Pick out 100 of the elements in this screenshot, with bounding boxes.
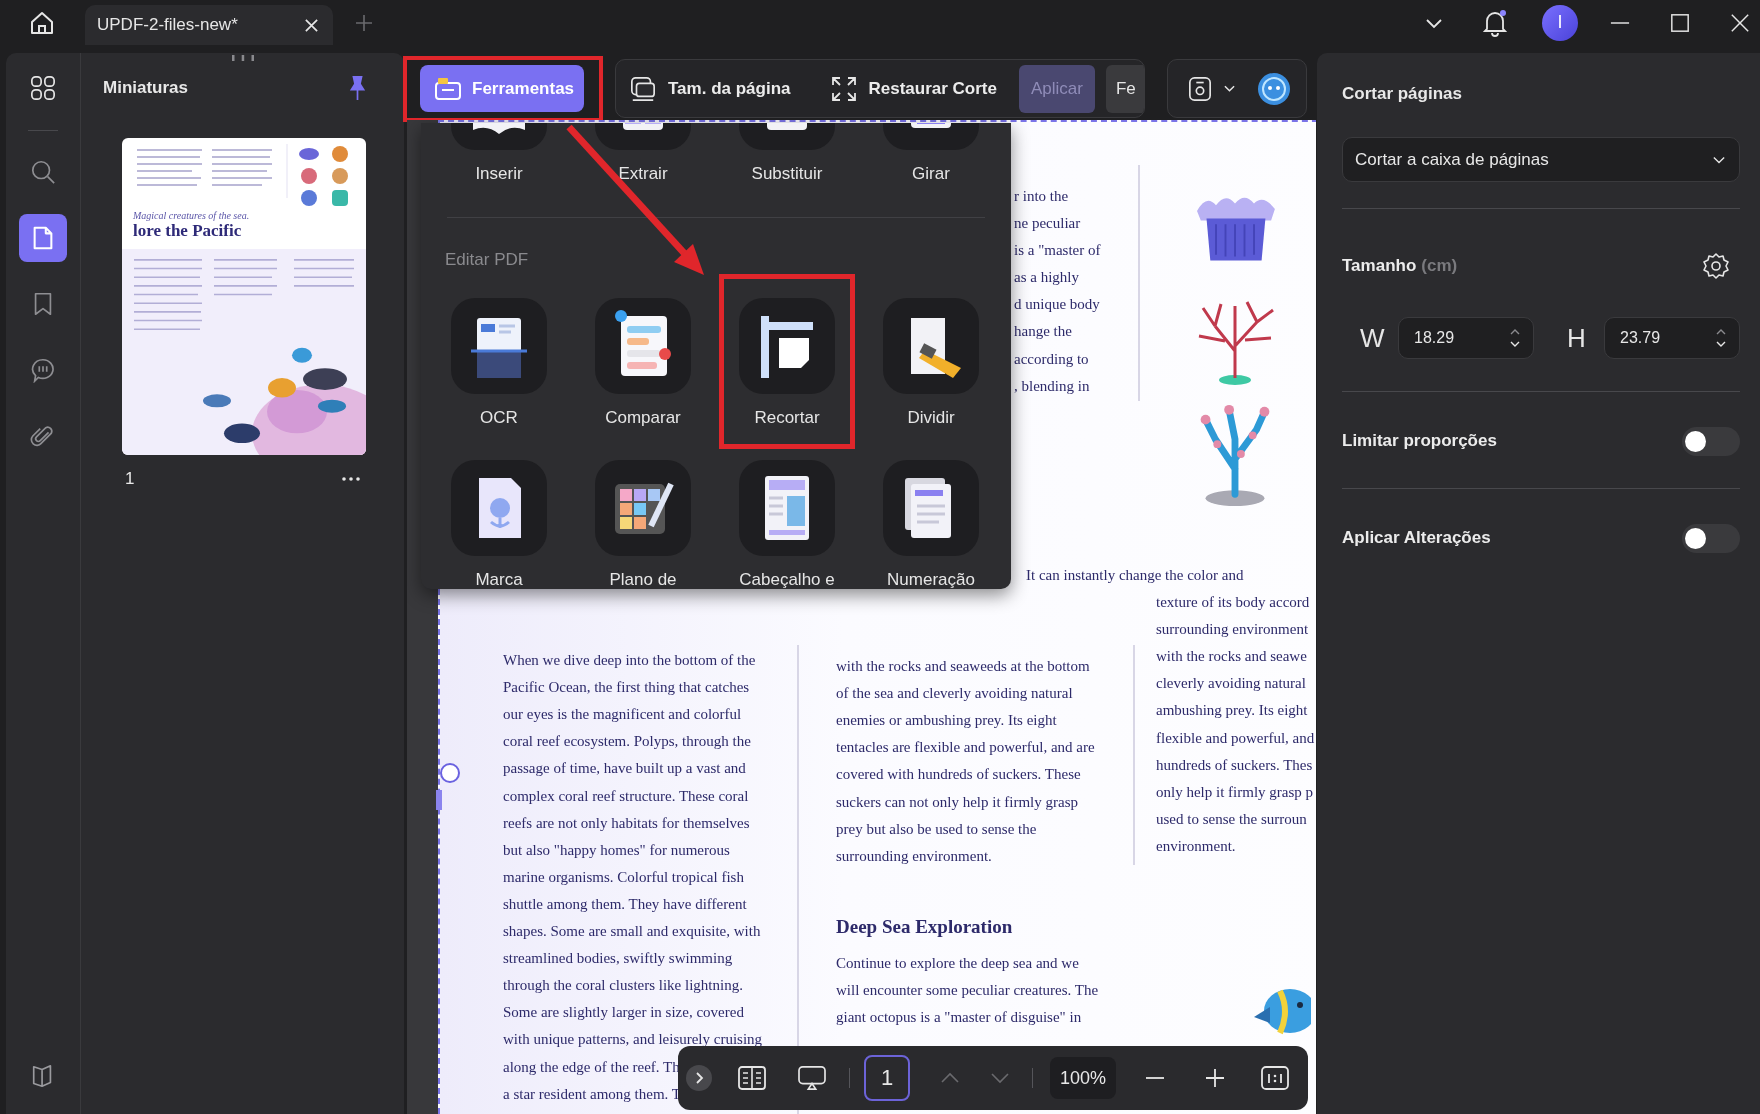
header-page-icon xyxy=(739,460,835,556)
page-number-field[interactable]: 1 xyxy=(864,1055,910,1101)
text-line: streamlined bodies, swiftly swimming xyxy=(503,949,733,969)
option-label: Limitar proporções xyxy=(1342,431,1497,451)
tool-button[interactable]: Substituir xyxy=(719,123,855,205)
text-line: Pacific Ocean, the first thing that catches xyxy=(503,678,750,698)
drag-handle-icon[interactable] xyxy=(230,55,255,61)
text-line: flexible and powerful, and xyxy=(1156,728,1315,748)
option-label: Aplicar Alterações xyxy=(1342,528,1491,548)
text-line: as a highly xyxy=(1014,268,1079,288)
text-line: used to sense the surroun xyxy=(1156,809,1307,829)
ruler-page-icon xyxy=(739,298,835,394)
text-line: reefs are not only habitats for themselves xyxy=(503,813,750,833)
text-line: ambushing prey. Its eight xyxy=(1156,701,1308,721)
text-line: suckers can not only help it firmly grasp xyxy=(836,792,1079,812)
toolbar-button[interactable]: Fe xyxy=(1105,64,1144,113)
zoom-level-field[interactable]: 100% xyxy=(1050,1057,1116,1099)
text-line: surrounding environment xyxy=(1156,620,1309,640)
page-thumbnail[interactable]: Magical creatures of the sea. lore the Pacific xyxy=(122,138,366,455)
tool-button[interactable]: Recortar xyxy=(719,274,855,449)
assistant-icon[interactable] xyxy=(1257,71,1291,106)
page-size-button[interactable]: Tam. da página xyxy=(630,75,791,102)
close-icon[interactable] xyxy=(1730,12,1750,33)
panel-title: Miniaturas xyxy=(103,78,189,98)
unit-label: (cm) xyxy=(1421,256,1458,276)
text-line: of the sea and cleverly avoiding natural xyxy=(836,684,1073,704)
palette-icon xyxy=(595,460,691,556)
text-line: shuttle among them. They have different xyxy=(503,894,747,914)
text-line: shapes. Some are small and exquisite, with xyxy=(503,922,761,942)
toggle-switch[interactable] xyxy=(1682,426,1740,456)
tool-button[interactable]: Inserir xyxy=(431,123,567,205)
text-line: It can instantly change the color and xyxy=(1026,566,1244,585)
stepper-icon[interactable] xyxy=(1715,327,1727,349)
maximize-icon[interactable] xyxy=(1670,12,1690,33)
text-line: texture of its body accord xyxy=(1156,593,1310,613)
text-line: hange the xyxy=(1014,322,1072,342)
text-line: prey but also be used to sense the xyxy=(836,819,1037,839)
stepper-icon[interactable] xyxy=(1509,327,1521,349)
text-line: passage of time, have built up a vast and xyxy=(503,759,746,779)
settings-icon[interactable] xyxy=(1702,252,1730,280)
page-number: 1 xyxy=(125,469,135,489)
chevron-right-icon[interactable] xyxy=(685,1064,713,1092)
expand-icon xyxy=(830,75,857,102)
text-line: with the rocks and seaweeds at the bottom xyxy=(836,657,1090,677)
plus-icon[interactable] xyxy=(355,13,373,32)
text-line: When we dive deep into the bottom of the xyxy=(503,651,756,671)
text-line: but also "happy homes" for numerous xyxy=(503,840,730,860)
text-line: coral reef ecosystem. Polyps, through the xyxy=(503,732,751,752)
compare-icon xyxy=(595,298,691,394)
zoom-in-icon[interactable] xyxy=(1204,1067,1226,1089)
two-page-icon[interactable] xyxy=(737,1065,767,1091)
height-label: H xyxy=(1567,322,1587,354)
text-line: Some are slightly larger in size, covered xyxy=(503,1003,744,1023)
text-line: will encounter some peculiar creatures. The xyxy=(836,980,1099,1000)
text-line: environment. xyxy=(1156,836,1236,856)
avatar[interactable]: I xyxy=(1542,4,1578,41)
flower-page-icon xyxy=(451,460,547,556)
caret-icon[interactable] xyxy=(1224,84,1235,93)
tool-button[interactable]: Girar xyxy=(863,123,999,205)
text-line: our eyes is the magnificent and colorful xyxy=(503,705,742,725)
tool-button[interactable]: Extrair xyxy=(575,123,711,205)
section-title: Editar PDF xyxy=(445,250,530,270)
text-line: cleverly avoiding natural xyxy=(1156,674,1306,694)
toggle-switch[interactable] xyxy=(1682,523,1740,553)
panel-title: Cortar páginas xyxy=(1342,83,1463,105)
bell-icon[interactable] xyxy=(1482,8,1508,37)
text-line: enemies or ambushing prey. Its eight xyxy=(836,711,1057,731)
actual-size-icon[interactable] xyxy=(1260,1065,1290,1091)
page-size-icon xyxy=(630,75,656,102)
close-icon[interactable] xyxy=(304,17,319,33)
text-line: is a "master of xyxy=(1014,241,1101,261)
crop-handle[interactable] xyxy=(440,763,460,783)
text-line: hundreds of suckers. Thes xyxy=(1156,755,1313,775)
chevron-up-icon[interactable] xyxy=(940,1072,960,1084)
crop-mode-dropdown[interactable]: Cortar a caixa de páginas xyxy=(1342,137,1740,182)
chevron-down-icon xyxy=(1713,155,1725,164)
text-line: r into the xyxy=(1014,187,1069,206)
width-field[interactable]: 18.29 xyxy=(1398,317,1534,359)
restore-crop-button[interactable]: Restaurar Corte xyxy=(830,75,997,102)
text-line: , blending in xyxy=(1014,376,1090,396)
text-line: through the coral clusters like lightning. xyxy=(503,976,743,996)
presentation-icon[interactable] xyxy=(797,1065,827,1091)
tools-button[interactable]: Ferramentas xyxy=(420,65,584,112)
text-line: with the rocks and seawe xyxy=(1156,647,1307,667)
height-field[interactable]: 23.79 xyxy=(1604,317,1740,359)
text-line: surrounding environment. xyxy=(836,846,992,866)
section-heading: Deep Sea Exploration xyxy=(836,914,1014,939)
screenshot-icon[interactable] xyxy=(1188,75,1212,102)
crop-handle[interactable] xyxy=(436,790,442,810)
scan-page-icon xyxy=(451,298,547,394)
stacked-pages-icon xyxy=(883,460,979,556)
document-tab[interactable]: UPDF-2-files-new* xyxy=(85,5,333,45)
toolbox-icon xyxy=(434,76,462,101)
text-line: covered with hundreds of suckers. These xyxy=(836,765,1081,785)
page-icon[interactable] xyxy=(19,214,67,262)
width-label: W xyxy=(1360,322,1386,354)
thumbnail-heading: lore the Pacific xyxy=(133,221,243,241)
more-icon[interactable] xyxy=(342,477,360,481)
pin-icon[interactable] xyxy=(349,75,366,101)
text-line: d unique body xyxy=(1014,295,1100,315)
